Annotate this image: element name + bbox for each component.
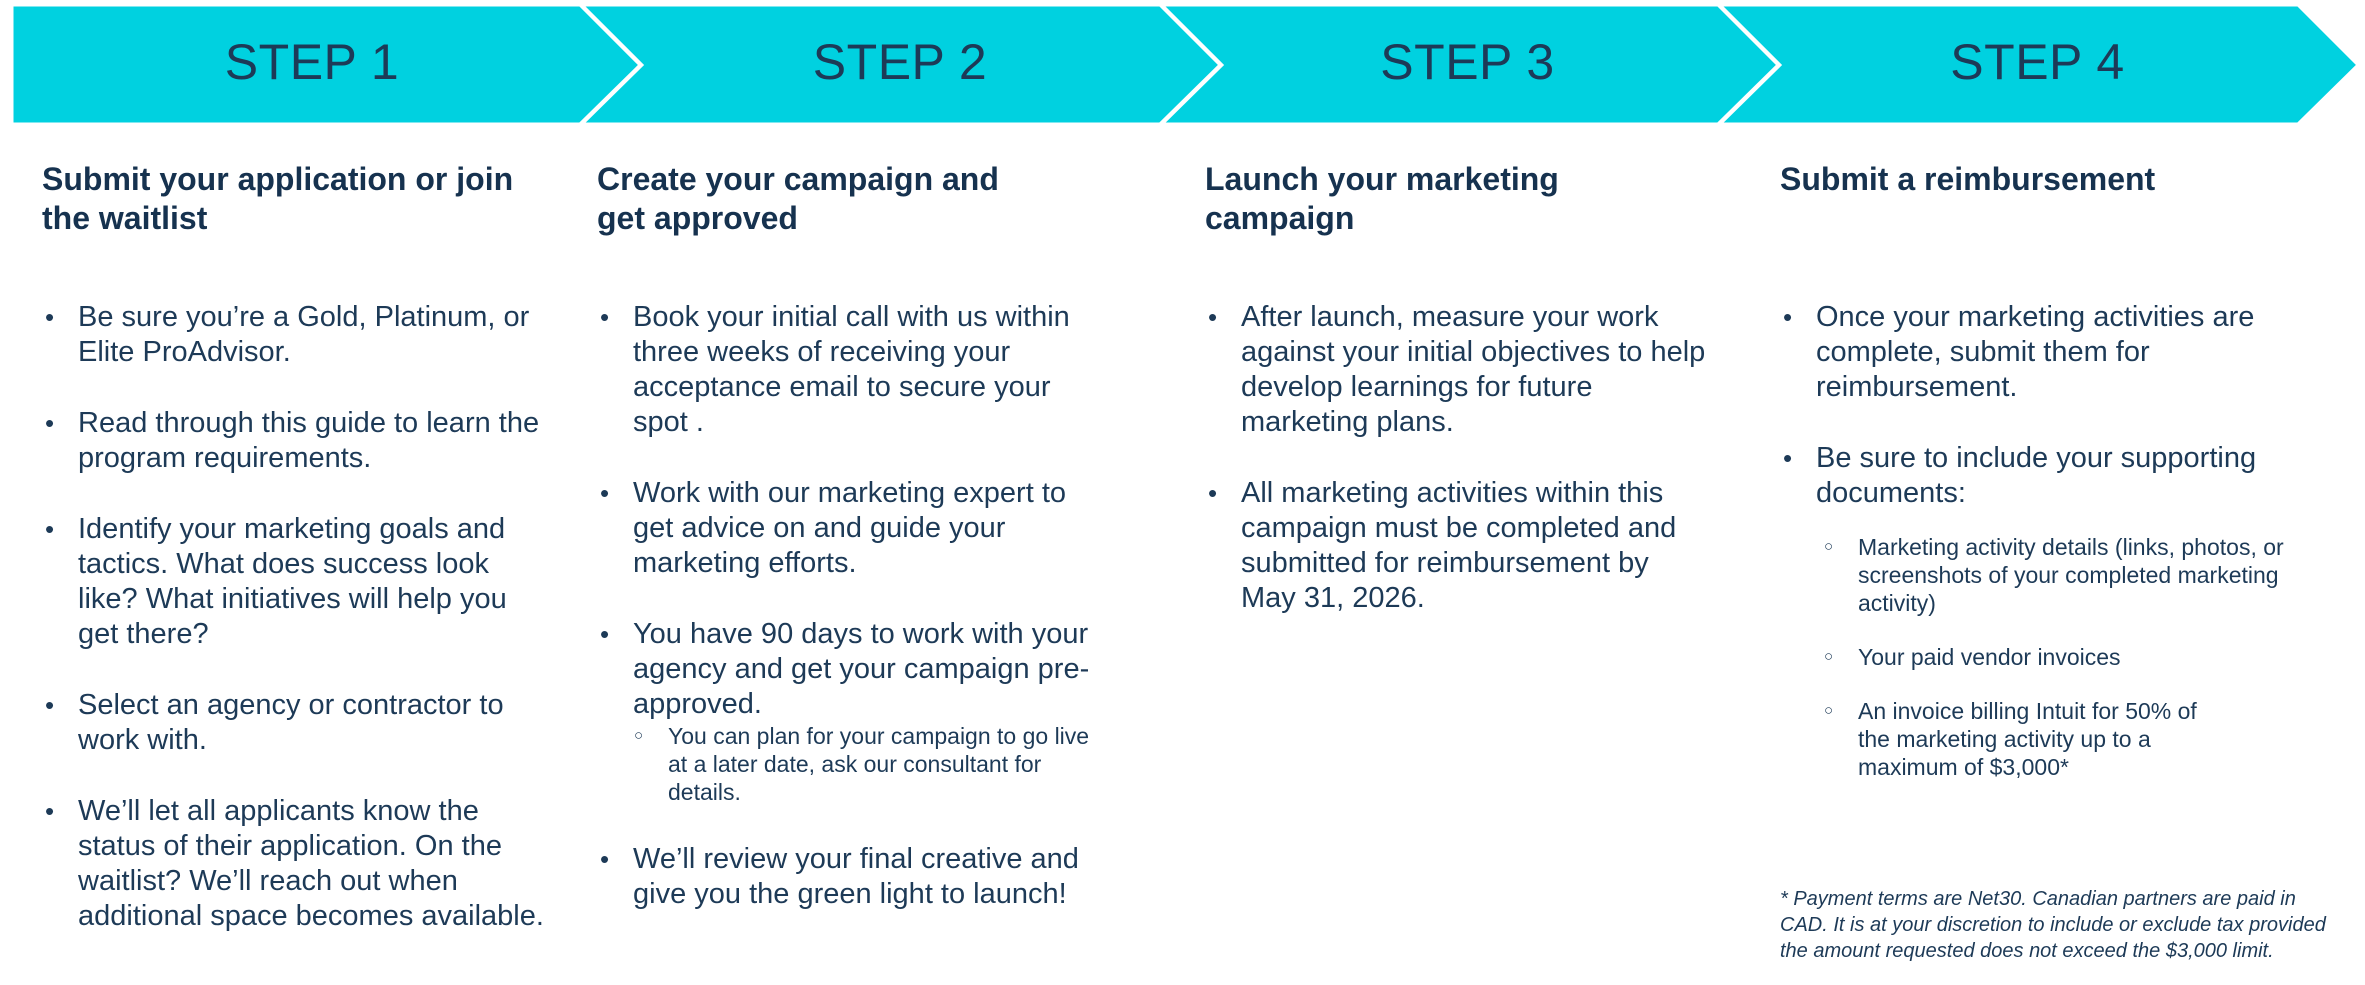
sub-list-item: Marketing activity details (links, photo… (1822, 533, 2338, 617)
list-item: Book your initial call with us within th… (597, 300, 1113, 440)
list-item: We’ll let all applicants know the status… (42, 794, 552, 934)
step-4-list: Once your marketing activities are compl… (1780, 300, 2340, 781)
list-item: All marketing activities within this cam… (1205, 476, 1701, 616)
list-item: Work with our marketing expert to get ad… (597, 476, 1103, 581)
step-3-list: After launch, measure your work against … (1205, 300, 1725, 616)
step-1-column: Submit your application or join the wait… (42, 160, 552, 932)
payment-terms-footnote: * Payment terms are Net30. Canadian part… (1780, 888, 2326, 962)
step-2-sublist: You can plan for your campaign to go liv… (632, 722, 1123, 806)
list-item: We’ll review your final creative and giv… (597, 842, 1113, 912)
step-4-heading: Submit a reimbursement (1780, 161, 2156, 197)
list-item: You have 90 days to work with your agenc… (597, 617, 1123, 806)
step-2-heading: Create your campaign and get approved (597, 161, 999, 236)
sub-list-item: An invoice billing Intuit for 50% of the… (1822, 697, 2218, 781)
list-item: Read through this guide to learn the pro… (42, 406, 552, 476)
step-2-list: Book your initial call with us within th… (597, 300, 1137, 912)
step-4-sublist: Marketing activity details (links, photo… (1822, 533, 2340, 781)
list-item: Be sure to include your supporting docum… (1780, 441, 2340, 781)
sub-list-item: You can plan for your campaign to go liv… (632, 722, 1098, 806)
sub-list-item: Your paid vendor invoices (1822, 643, 2340, 671)
list-item: Select an agency or contractor to work w… (42, 688, 552, 758)
step-4-label: STEP 4 (1950, 34, 2125, 90)
step-2-label: STEP 2 (812, 34, 988, 90)
step-3-column: Launch your marketing campaign After lau… (1205, 160, 1725, 614)
step-1-list: Be sure you’re a Gold, Platinum, or Elit… (42, 300, 552, 934)
list-item: After launch, measure your work against … (1205, 300, 1711, 440)
step-1-label: STEP 1 (224, 34, 400, 90)
step-2-column: Create your campaign and get approved Bo… (597, 160, 1137, 910)
list-item: Once your marketing activities are compl… (1780, 300, 2316, 405)
list-item: Identify your marketing goals and tactic… (42, 512, 552, 652)
step-3-label: STEP 3 (1380, 34, 1555, 90)
step-3-heading: Launch your marketing campaign (1205, 161, 1559, 236)
step-4-column: Submit a reimbursement Once your marketi… (1780, 160, 2340, 780)
step-1-heading: Submit your application or join the wait… (42, 161, 514, 236)
list-item: Be sure you’re a Gold, Platinum, or Elit… (42, 300, 552, 370)
